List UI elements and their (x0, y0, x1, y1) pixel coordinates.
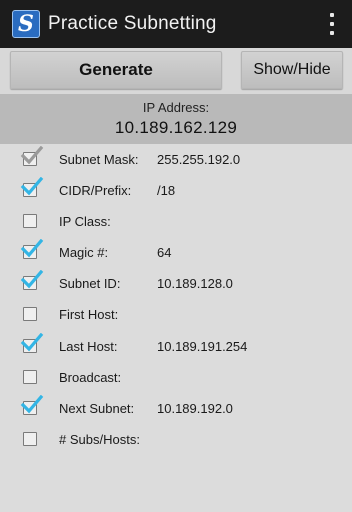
broadcast-label: Broadcast: (59, 369, 122, 385)
row-magic-number: Magic #: 64 (0, 237, 352, 268)
subnet-id-value: 10.189.128.0 (157, 276, 233, 292)
cidr-prefix-value: /18 (157, 183, 176, 199)
ip-class-checkbox[interactable] (23, 214, 37, 229)
app-logo-icon[interactable]: S (12, 10, 40, 38)
app-title: Practice Subnetting (48, 13, 217, 34)
checkmark-icon (20, 239, 44, 258)
first-host-checkbox[interactable] (23, 307, 37, 322)
subnet-id-label: Subnet ID: (59, 276, 121, 292)
row-first-host: First Host: (0, 299, 352, 330)
subnet-mask-label: Subnet Mask: (59, 152, 139, 167)
ip-class-label: IP Class: (59, 214, 111, 230)
button-bar: Generate Show/Hide (0, 48, 352, 94)
magic-number-label: Magic #: (59, 245, 109, 261)
row-cidr-prefix: CIDR/Prefix: /18 (0, 175, 352, 206)
row-broadcast: Broadcast: (0, 362, 352, 393)
last-host-label: Last Host: (59, 338, 118, 354)
checkmark-icon (20, 146, 44, 165)
overflow-menu-icon[interactable] (328, 13, 336, 35)
checkmark-icon (20, 332, 44, 351)
show-hide-button[interactable]: Show/Hide (241, 51, 343, 89)
last-host-value: 10.189.191.254 (157, 338, 248, 354)
next-subnet-value: 10.189.192.0 (157, 400, 233, 416)
row-ip-class: IP Class: (0, 206, 352, 237)
subs-hosts-label: # Subs/Hosts: (59, 431, 140, 447)
subnet-mask-value: 255.255.192.0 (157, 152, 241, 167)
checkmark-icon (20, 394, 44, 414)
checkmark-icon (20, 177, 44, 196)
row-subnet-id: Subnet ID: 10.189.128.0 (0, 268, 352, 299)
next-subnet-label: Next Subnet: (59, 400, 135, 416)
subnet-fields-list: Subnet Mask: 255.255.192.0 CIDR/Prefix: … (0, 144, 352, 455)
first-host-label: First Host: (59, 307, 119, 323)
magic-number-value: 64 (157, 245, 172, 261)
ip-address-label: IP Address: (142, 100, 210, 115)
ip-address-panel: IP Address: 10.189.162.129 (0, 94, 352, 144)
cidr-prefix-label: CIDR/Prefix: (59, 183, 132, 199)
subs-hosts-checkbox[interactable] (23, 431, 37, 446)
row-subnet-mask: Subnet Mask: 255.255.192.0 (0, 144, 352, 175)
broadcast-checkbox[interactable] (23, 369, 37, 384)
row-next-subnet: Next Subnet: 10.189.192.0 (0, 393, 352, 424)
row-subs-hosts: # Subs/Hosts: (0, 424, 352, 455)
generate-button[interactable]: Generate (10, 51, 222, 89)
action-bar: S Practice Subnetting (0, 0, 352, 48)
checkmark-icon (20, 270, 44, 289)
row-last-host: Last Host: 10.189.191.254 (0, 331, 352, 362)
ip-address-value: 10.189.162.129 (114, 118, 238, 137)
